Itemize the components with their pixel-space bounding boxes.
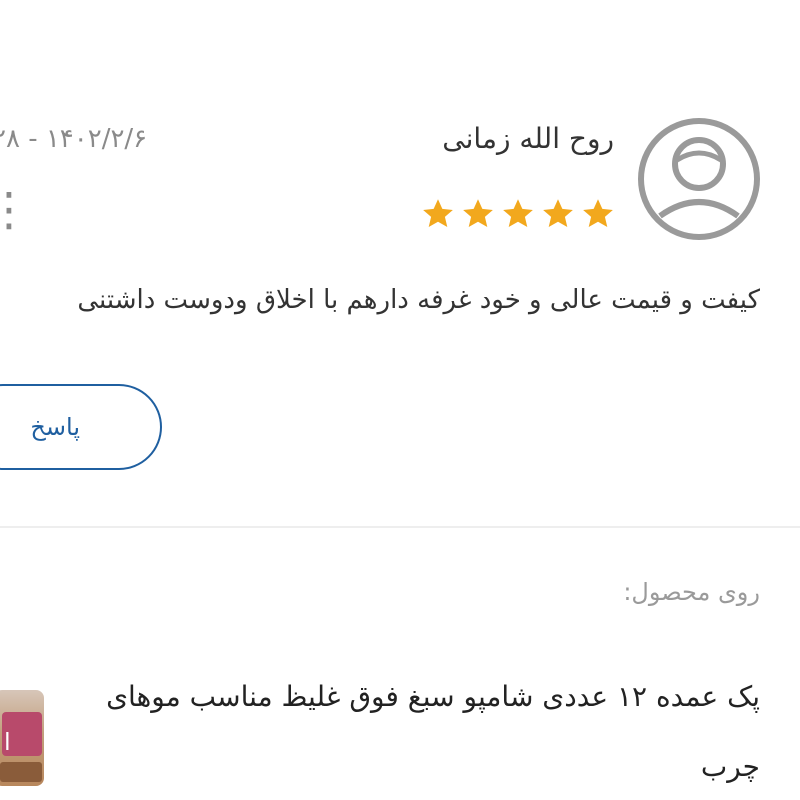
user-avatar-icon xyxy=(638,118,760,240)
product-thumbnail-base xyxy=(0,762,42,782)
review-author-name: روح الله زمانی xyxy=(442,122,614,155)
star-icon xyxy=(463,199,493,228)
more-options-icon[interactable]: ⋮ xyxy=(0,186,32,232)
product-thumbnail-text: ا xyxy=(4,728,11,756)
star-icon xyxy=(543,199,573,228)
section-divider xyxy=(0,526,800,528)
product-thumbnail[interactable]: ا xyxy=(0,690,44,786)
reply-button-label: پاسخ xyxy=(30,413,80,441)
review-date: ۲۸ - ۱۴۰۲/۲/۶ xyxy=(0,124,148,154)
reply-button[interactable]: پاسخ xyxy=(0,384,162,470)
product-title[interactable]: پک عمده ۱۲ عددی شامپو سبغ فوق غلیظ مناسب… xyxy=(100,662,760,800)
review-screen: روح الله زمانی ۲۸ - ۱۴۰۲/۲/۶ ⋮ کیفت و قی… xyxy=(0,0,800,800)
star-icon xyxy=(423,199,453,228)
star-icon xyxy=(583,199,613,228)
star-icon xyxy=(503,199,533,228)
on-product-label: روی محصول: xyxy=(623,578,760,606)
star-rating xyxy=(420,196,616,232)
review-comment: کیفت و قیمت عالی و خود غرفه دارهم با اخل… xyxy=(77,285,760,315)
